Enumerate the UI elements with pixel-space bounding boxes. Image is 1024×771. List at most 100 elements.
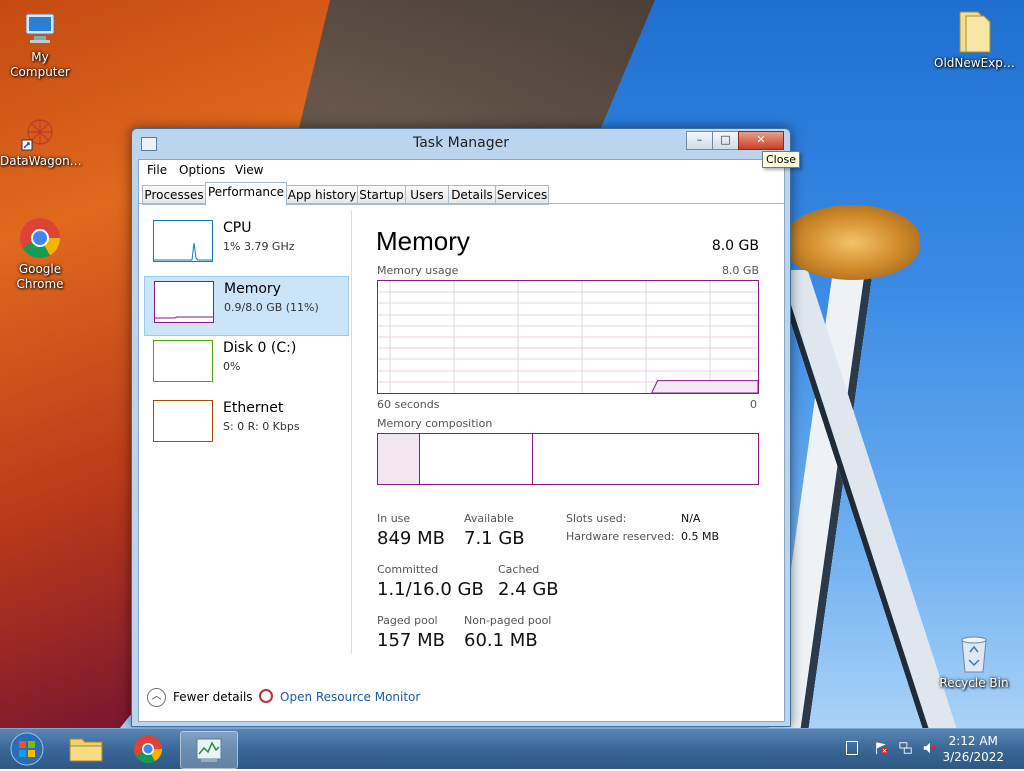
taskbar-clock[interactable]: 2:12 AM 3/26/2022 — [942, 733, 1004, 765]
tab-app-history[interactable]: App history — [286, 185, 358, 205]
show-hidden-icons[interactable] — [846, 741, 858, 755]
cached-value: 2.4 GB — [498, 579, 559, 600]
resource-item-cpu[interactable]: CPU 1% 3.79 GHz — [144, 216, 347, 274]
recycle-bin-icon — [961, 636, 987, 673]
resource-item-disk[interactable]: Disk 0 (C:) 0% — [144, 336, 347, 394]
chrome-icon — [20, 218, 60, 258]
resource-value: S: 0 R: 0 Kbps — [223, 420, 300, 433]
detail-title: Memory — [376, 226, 470, 256]
minimize-button[interactable]: – — [686, 131, 713, 150]
resource-list: CPU 1% 3.79 GHz Memory 0.9/8.0 GB (11%) … — [139, 204, 351, 674]
tab-services[interactable]: Services — [495, 185, 549, 205]
close-tooltip: Close — [762, 151, 800, 168]
paged-pool-value: 157 MB — [377, 630, 445, 651]
hardware-reserved-value: 0.5 MB — [681, 530, 720, 543]
taskbar-task-manager[interactable] — [180, 731, 238, 769]
usage-graph-max: 8.0 GB — [721, 264, 759, 277]
time-range-label: 60 seconds — [377, 398, 440, 411]
resource-item-ethernet[interactable]: Ethernet S: 0 R: 0 Kbps — [144, 396, 347, 454]
hardware-reserved-label: Hardware reserved: — [566, 530, 675, 543]
committed-label: Committed — [377, 563, 439, 576]
tab-performance[interactable]: Performance — [205, 182, 287, 206]
taskbar-chrome[interactable] — [120, 731, 176, 767]
tab-processes[interactable]: Processes — [142, 185, 206, 205]
folder-icon — [69, 738, 103, 762]
resource-name: Memory — [224, 281, 281, 297]
cpu-thumbnail-graph — [153, 220, 213, 262]
memory-thumbnail-graph — [154, 281, 214, 323]
desktop-icon-oldnewexplorer[interactable]: OldNewExp… — [934, 8, 1015, 71]
non-paged-pool-value: 60.1 MB — [464, 630, 538, 651]
desktop-icon-label: Google Chrome — [16, 262, 64, 291]
desktop-icon-my-computer[interactable]: My Computer — [0, 8, 80, 80]
taskbar: 2:12 AM 3/26/2022 — [0, 728, 1024, 769]
menu-file[interactable]: File — [147, 163, 167, 177]
desktop-icon-recycle-bin[interactable]: Recycle Bin — [934, 632, 1014, 691]
ethernet-thumbnail-graph — [153, 400, 213, 442]
action-center-flag-icon[interactable] — [874, 741, 888, 755]
time-zero-label: 0 — [750, 398, 757, 411]
slots-used-label: Slots used: — [566, 512, 627, 525]
resource-value: 0.9/8.0 GB (11%) — [224, 301, 319, 314]
menu-options[interactable]: Options — [179, 163, 225, 177]
composition-in-use-segment — [378, 434, 420, 484]
resource-item-memory[interactable]: Memory 0.9/8.0 GB (11%) — [144, 276, 349, 336]
paged-pool-label: Paged pool — [377, 614, 438, 627]
memory-usage-area — [650, 380, 759, 394]
task-manager-window: Task Manager – □ ✕ File Options View Pro… — [131, 128, 791, 727]
tab-users[interactable]: Users — [405, 185, 449, 205]
network-icon[interactable] — [899, 741, 913, 755]
detail-total: 8.0 GB — [711, 238, 759, 254]
memory-usage-plot — [378, 281, 759, 394]
desktop-icon-label: OldNewExp… — [934, 56, 1015, 70]
resource-name: CPU — [223, 220, 252, 236]
footer-bar: ︿ Fewer details Open Resource Monitor — [139, 675, 784, 721]
desktop-icon-label: Recycle Bin — [939, 676, 1009, 690]
desktop-icon-label: DataWagon… — [0, 154, 82, 168]
disk-thumbnail-graph — [153, 340, 213, 382]
tab-startup[interactable]: Startup — [357, 185, 406, 205]
committed-value: 1.1/16.0 GB — [377, 579, 484, 600]
memory-composition-graph — [377, 433, 759, 485]
taskbar-file-explorer[interactable] — [58, 731, 114, 767]
in-use-value: 849 MB — [377, 528, 445, 549]
volume-muted-icon[interactable] — [922, 741, 936, 755]
tab-details[interactable]: Details — [448, 185, 496, 205]
computer-icon — [25, 13, 55, 43]
resource-monitor-icon — [259, 689, 273, 703]
clock-time: 2:12 AM — [948, 734, 998, 748]
title-bar[interactable]: Task Manager – □ ✕ — [132, 129, 790, 159]
available-value: 7.1 GB — [464, 528, 525, 549]
folder-icon — [959, 11, 991, 53]
task-manager-icon — [196, 738, 222, 762]
pane-divider[interactable] — [351, 210, 352, 654]
memory-detail-pane: Memory 8.0 GB Memory usage 8.0 GB 60 sec… — [367, 204, 767, 674]
start-button[interactable] — [0, 731, 56, 767]
windows-orb-icon — [10, 732, 44, 766]
slots-used-value: N/A — [681, 512, 701, 525]
datawagon-icon — [21, 119, 53, 151]
usage-graph-label: Memory usage — [377, 264, 459, 277]
desktop-icon-label: My Computer — [10, 50, 70, 79]
desktop-icon-datawagon[interactable]: DataWagon… — [0, 112, 82, 169]
resource-value: 0% — [223, 360, 241, 373]
close-button[interactable]: ✕ — [738, 131, 784, 150]
resource-name: Disk 0 (C:) — [223, 340, 297, 356]
menu-view[interactable]: View — [235, 163, 263, 177]
menu-bar: File Options View — [139, 160, 784, 180]
non-paged-pool-label: Non-paged pool — [464, 614, 552, 627]
open-resource-monitor-label: Open Resource Monitor — [280, 690, 421, 704]
desktop-icon-google-chrome[interactable]: Google Chrome — [0, 216, 80, 292]
tab-strip: Processes Performance App history Startu… — [139, 182, 784, 206]
maximize-button[interactable]: □ — [712, 131, 739, 150]
composition-graph-label: Memory composition — [377, 417, 493, 430]
available-label: Available — [464, 512, 514, 525]
fewer-details-label: Fewer details — [173, 690, 253, 704]
resource-value: 1% 3.79 GHz — [223, 240, 295, 253]
in-use-label: In use — [377, 512, 411, 525]
memory-usage-graph — [377, 280, 759, 394]
composition-standby-segment — [420, 434, 533, 484]
resource-name: Ethernet — [223, 400, 284, 416]
window-client-area: File Options View Processes Performance … — [138, 159, 785, 722]
chrome-icon — [134, 735, 162, 763]
